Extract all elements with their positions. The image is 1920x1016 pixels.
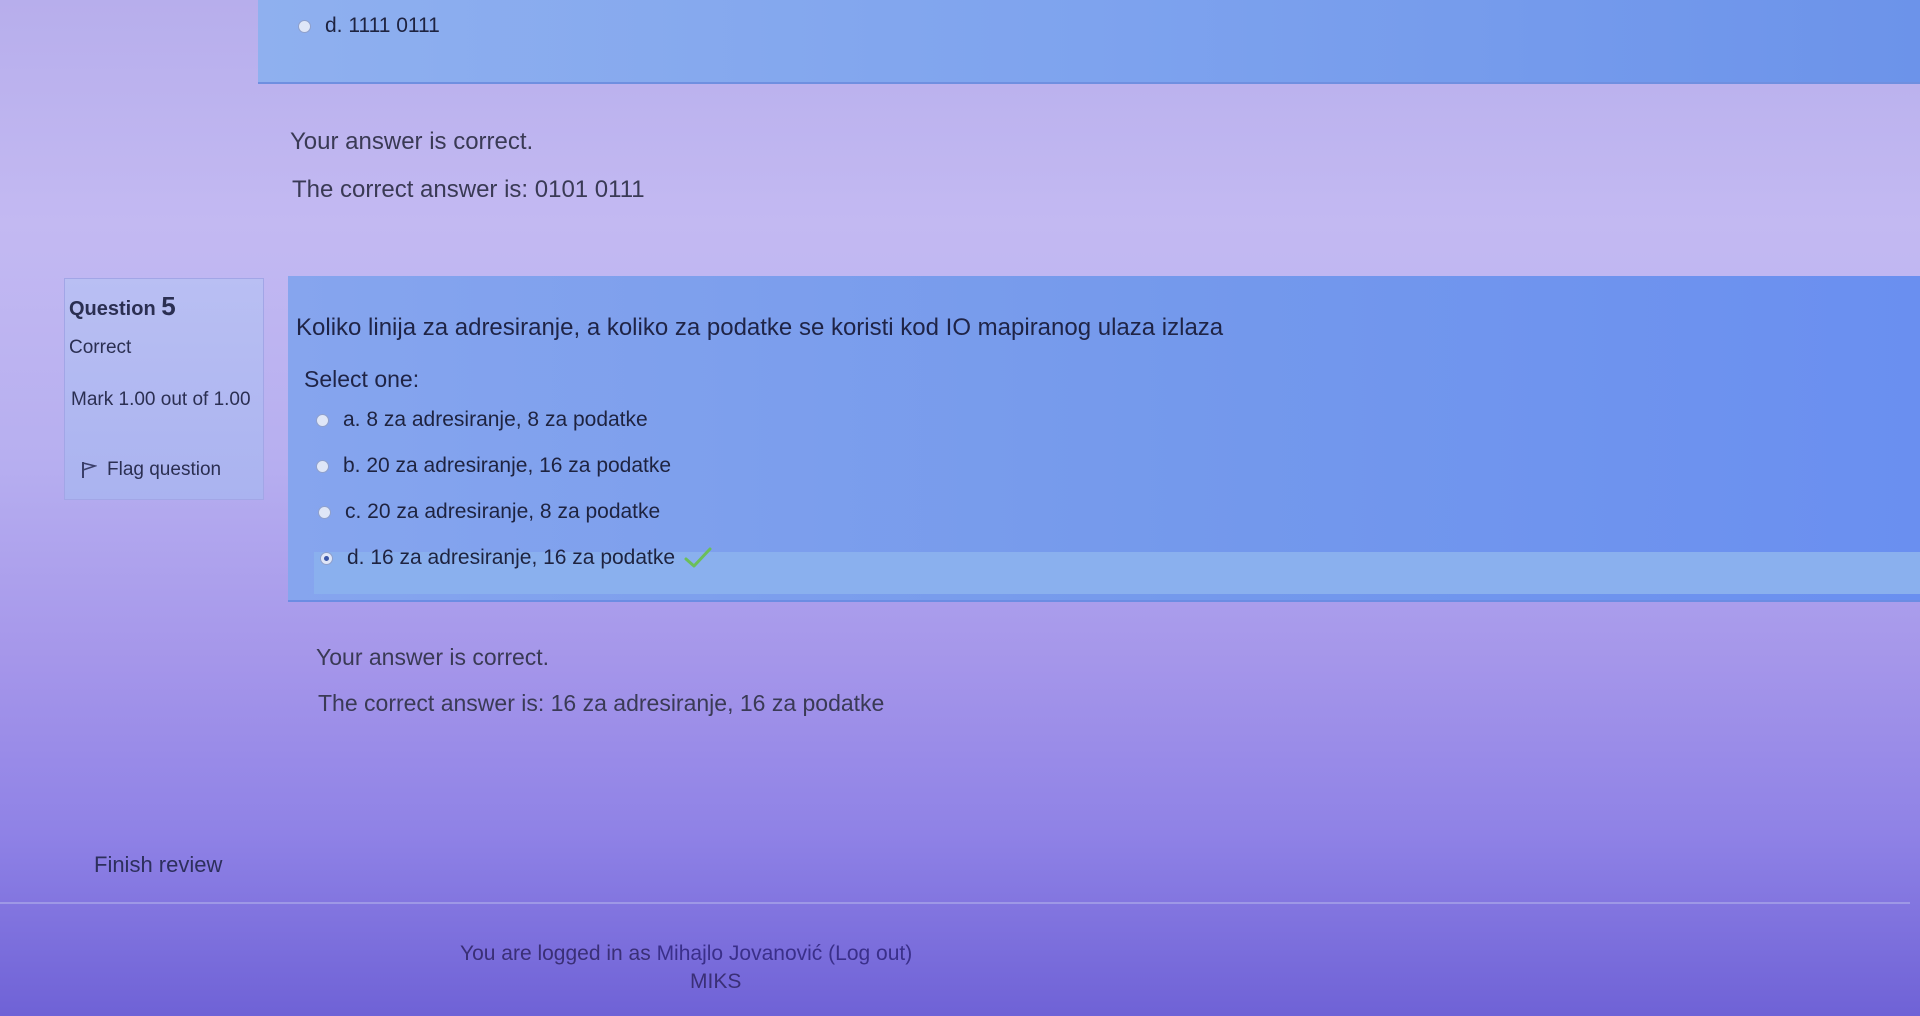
question-correct-answer: The correct answer is: 16 za adresiranje…	[318, 690, 885, 716]
question-feedback: Your answer is correct.	[316, 644, 550, 670]
flag-icon	[82, 461, 97, 478]
radio-button[interactable]	[316, 413, 329, 427]
check-icon	[684, 547, 712, 568]
select-one-prompt: Select one:	[304, 366, 420, 392]
flag-question-link[interactable]: Flag question	[81, 459, 221, 481]
question-number: Question 5	[69, 291, 176, 321]
logout-link[interactable]: (Log out)	[828, 942, 912, 965]
option-label: a. 8 za adresiranje, 8 za podatke	[343, 408, 648, 431]
option-label: d. 16 za adresiranje, 16 za podatke	[347, 546, 676, 569]
question-grade: Mark 1.00 out of 1.00	[71, 389, 251, 410]
option-b[interactable]: b. 20 za adresiranje, 16 za podatke	[316, 454, 671, 478]
previous-feedback: Your answer is correct.	[290, 128, 534, 155]
user-profile-link[interactable]: Mihajlo Jovanović	[657, 942, 823, 965]
radio-button-selected[interactable]	[320, 551, 333, 565]
question-text: Koliko linija za adresiranje, a koliko z…	[296, 314, 1224, 341]
finish-review-link[interactable]: Finish review	[94, 852, 222, 878]
previous-option-d: d. 1111 0111	[298, 14, 440, 38]
option-label: b. 20 za adresiranje, 16 za podatke	[343, 454, 672, 477]
option-d[interactable]: d. 16 za adresiranje, 16 za podatke	[320, 546, 713, 570]
radio-button[interactable]	[316, 459, 329, 473]
login-prefix: You are logged in as	[460, 942, 651, 965]
option-a[interactable]: a. 8 za adresiranje, 8 za podatke	[316, 408, 648, 432]
login-info: You are logged in as Mihajlo Jovanović (…	[460, 942, 912, 966]
radio-button	[298, 19, 311, 33]
footer-divider	[0, 902, 1910, 904]
question-state: Correct	[69, 337, 132, 358]
flag-question-label: Flag question	[107, 459, 222, 480]
question-content: Koliko linija za adresiranje, a koliko z…	[288, 276, 1920, 602]
previous-correct-answer: The correct answer is: 0101 0111	[292, 176, 645, 203]
site-home-link[interactable]: MIKS	[690, 970, 741, 994]
previous-question-answers: d. 1111 0111	[258, 0, 1920, 84]
question-info: Question 5 Correct Mark 1.00 out of 1.00…	[64, 278, 264, 500]
option-c[interactable]: c. 20 za adresiranje, 8 za podatke	[318, 500, 660, 524]
option-label: d. 1111 0111	[325, 14, 440, 37]
radio-button[interactable]	[318, 505, 331, 519]
quiz-review-page: d. 1111 0111 Your answer is correct. The…	[0, 0, 1920, 1016]
option-label: c. 20 za adresiranje, 8 za podatke	[345, 500, 661, 523]
